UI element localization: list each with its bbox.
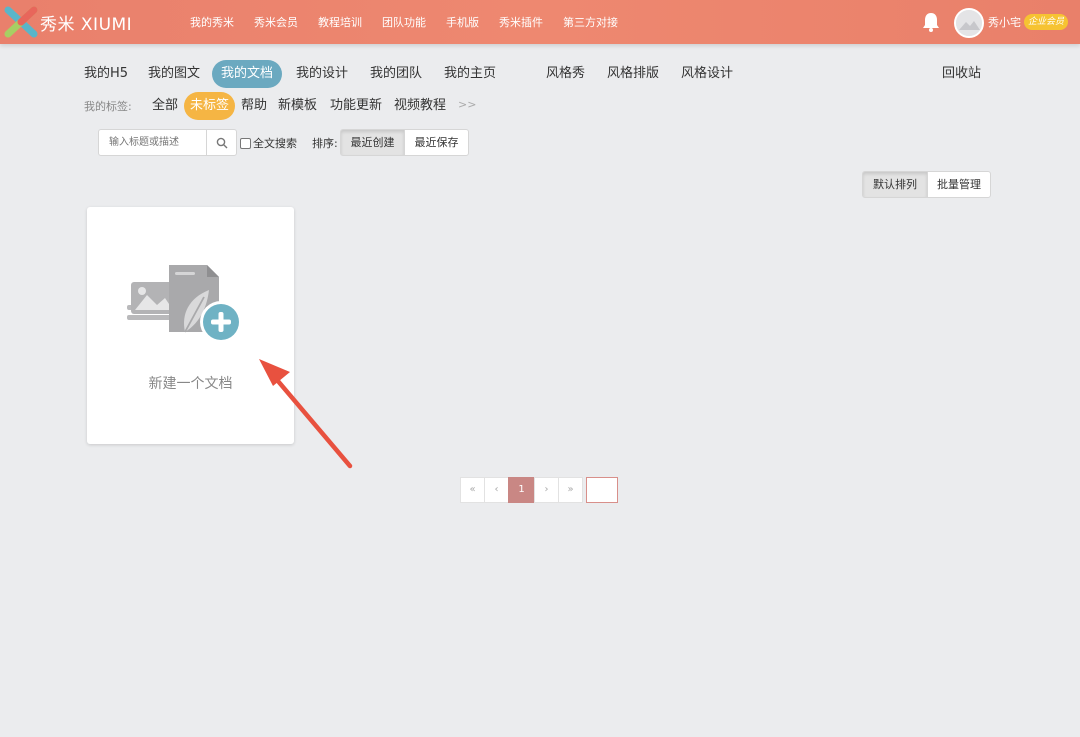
page-jump-input[interactable] (586, 477, 618, 503)
tab-style-layout[interactable]: 风格排版 (598, 60, 668, 88)
nav-mobile[interactable]: 手机版 (446, 14, 479, 30)
tags-label: 我的标签: (84, 100, 132, 113)
bell-icon[interactable] (920, 11, 942, 33)
tag-video-tutorial[interactable]: 视频教程 (388, 92, 452, 120)
tab-my-homepage[interactable]: 我的主页 (435, 60, 505, 88)
pagination-next[interactable]: › (534, 477, 559, 503)
logo[interactable]: 秀米 XIUMI (4, 6, 132, 38)
pagination-last[interactable]: » (558, 477, 583, 503)
logo-text: 秀米 XIUMI (40, 14, 133, 35)
nav-my-xiumi[interactable]: 我的秀米 (190, 14, 234, 30)
fulltext-search-option[interactable]: 全文搜索 (240, 135, 297, 151)
red-arrow-annotation (259, 359, 353, 469)
search-input[interactable] (99, 130, 206, 155)
tag-feature-update[interactable]: 功能更新 (324, 92, 388, 120)
username[interactable]: 秀小宅 (988, 14, 1021, 30)
sort-recent-created-button[interactable]: 最近创建 (340, 129, 405, 156)
nav-team[interactable]: 团队功能 (382, 14, 426, 30)
tab-style-design[interactable]: 风格设计 (672, 60, 742, 88)
tab-my-designs[interactable]: 我的设计 (287, 60, 357, 88)
sort-recent-saved-button[interactable]: 最近保存 (404, 129, 469, 156)
tag-all[interactable]: 全部 (146, 92, 184, 120)
search-icon (216, 137, 227, 148)
new-document-icon (127, 265, 242, 343)
tab-recycle-bin[interactable]: 回收站 (933, 60, 990, 88)
top-nav: 我的秀米 秀米会员 教程培训 团队功能 手机版 秀米插件 第三方对接 (180, 0, 628, 44)
tag-help[interactable]: 帮助 (235, 92, 273, 120)
member-badge: 企业会员 (1024, 14, 1069, 30)
tab-my-team[interactable]: 我的团队 (361, 60, 431, 88)
pagination-page-1[interactable]: 1 (508, 477, 535, 503)
fulltext-search-label: 全文搜索 (253, 137, 297, 150)
tags-more-link[interactable]: >> (458, 98, 476, 111)
avatar-image-icon (956, 10, 982, 36)
top-bar: 秀米 XIUMI 我的秀米 秀米会员 教程培训 团队功能 手机版 秀米插件 第三… (0, 0, 1080, 44)
fulltext-search-checkbox[interactable] (240, 137, 251, 149)
sort-label: 排序: (312, 137, 338, 150)
tab-my-documents[interactable]: 我的文档 (212, 60, 283, 88)
nav-third-party[interactable]: 第三方对接 (563, 14, 618, 30)
tag-new-template[interactable]: 新模板 (272, 92, 323, 120)
tag-untagged[interactable]: 未标签 (184, 92, 236, 120)
nav-plugins[interactable]: 秀米插件 (499, 14, 543, 30)
tab-my-h5[interactable]: 我的H5 (75, 60, 137, 88)
tab-style-show[interactable]: 风格秀 (537, 60, 594, 88)
xiumi-logo-icon (4, 6, 38, 38)
pagination-first[interactable]: « (460, 477, 485, 503)
pagination-prev[interactable]: ‹ (484, 477, 509, 503)
nav-tutorials[interactable]: 教程培训 (318, 14, 362, 30)
search-button[interactable] (206, 130, 236, 155)
batch-manage-button[interactable]: 批量管理 (927, 171, 991, 198)
nav-membership[interactable]: 秀米会员 (254, 14, 298, 30)
tab-my-articles[interactable]: 我的图文 (139, 60, 209, 88)
default-order-button[interactable]: 默认排列 (862, 171, 928, 198)
search-box (98, 129, 237, 156)
avatar[interactable] (954, 8, 984, 38)
